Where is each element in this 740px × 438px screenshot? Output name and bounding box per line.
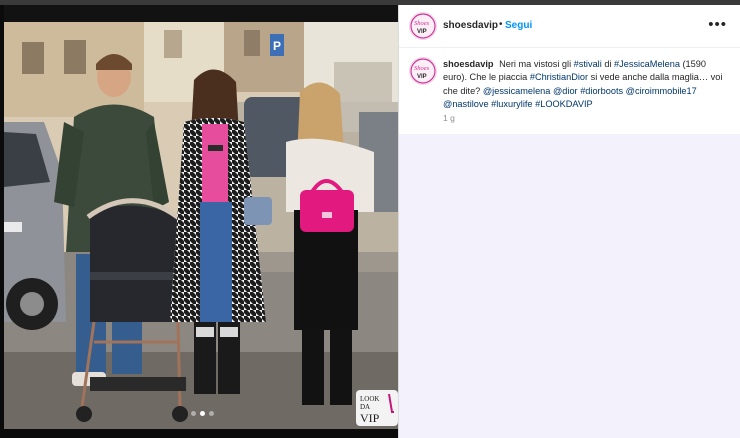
hashtag-link[interactable]: #luxurylife [491,99,532,109]
caption-username[interactable]: shoesdavip [443,59,494,69]
hashtag-link[interactable]: #stivali [574,59,602,69]
post-author-username[interactable]: shoesdavip [443,20,498,31]
post-caption: shoesdavip Neri ma vistosi gli #stivali … [443,58,731,111]
post-media[interactable]: P LOOK DA VIP [4,5,398,438]
separator-dot: • [499,19,503,30]
svg-text:Shoes: Shoes [414,20,430,27]
svg-text:VIP: VIP [417,29,427,35]
mention-link[interactable]: @nastilove [443,99,489,109]
shoesdavip-logo-icon: Shoes VIP [410,13,436,39]
watermark-line1: LOOK [360,395,379,403]
mention-link[interactable]: @ciroimmobile17 [626,86,697,96]
caption-text: di [604,59,612,69]
street-photo-illustration: P [4,22,398,429]
caption-block: Shoes VIP shoesdavip Neri ma vistosi gli… [399,48,740,134]
hashtag-link[interactable]: #LOOKDAVIP [535,99,593,109]
post-timestamp[interactable]: 1 g [443,113,455,123]
hashtag-link[interactable]: #diorboots [580,86,623,96]
more-options-icon[interactable]: ••• [708,16,727,33]
post-side-panel: Shoes VIP shoesdavip • Segui ••• Shoes V… [398,5,740,438]
carousel-dot-active [200,411,205,416]
svg-text:P: P [273,39,281,53]
caption-text: Neri ma vistosi gli [499,59,572,69]
mention-link[interactable]: @dior [553,86,578,96]
hashtag-link[interactable]: #ChristianDior [530,72,588,82]
svg-text:Shoes: Shoes [414,65,430,72]
mention-link[interactable]: @jessicamelena [483,86,551,96]
carousel-dot [191,411,196,416]
media-bottom-bar [4,429,398,438]
hashtag-link[interactable]: #JessicaMelena [614,59,680,69]
follow-button[interactable]: Segui [505,20,532,31]
watermark-line2: DA [360,403,370,411]
post-photo[interactable]: P [4,22,398,429]
post-header: Shoes VIP shoesdavip • Segui ••• [399,5,740,48]
avatar[interactable]: Shoes VIP [409,57,437,85]
lookdavip-watermark-logo: LOOK DA VIP [356,390,398,426]
carousel-indicator [191,411,214,416]
svg-text:VIP: VIP [417,74,427,80]
shoesdavip-logo-icon: Shoes VIP [410,58,436,84]
avatar[interactable]: Shoes VIP [409,12,437,40]
watermark-line3: VIP [360,411,380,425]
carousel-dot [209,411,214,416]
